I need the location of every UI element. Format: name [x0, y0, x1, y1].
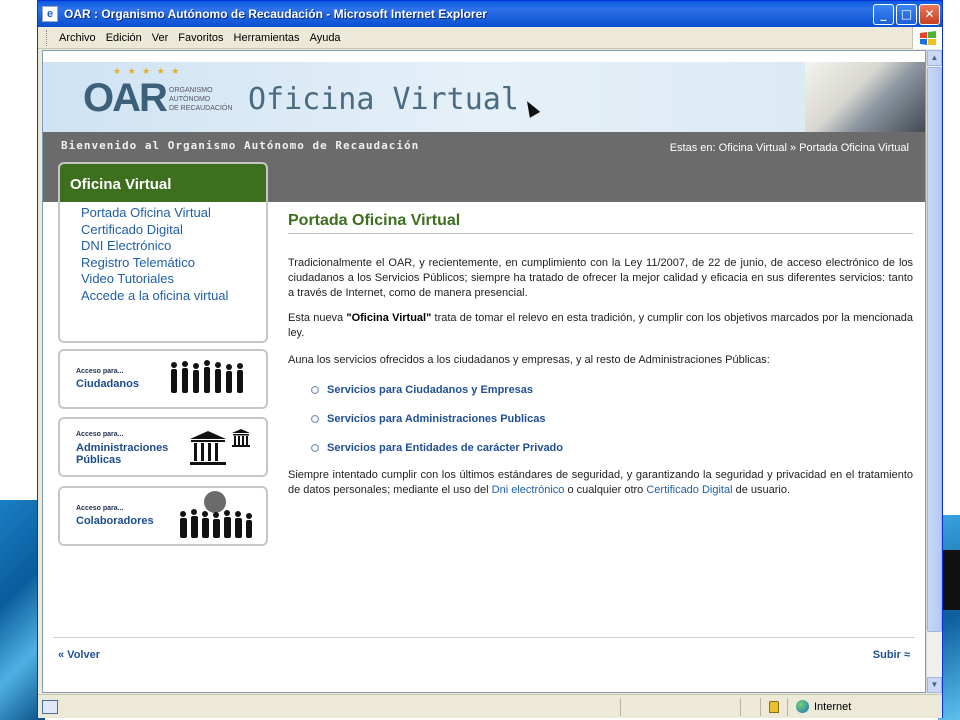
menu-archivo[interactable]: Archivo: [59, 32, 96, 44]
zone-cell: Internet: [787, 697, 942, 716]
sidebar-link-accede[interactable]: Accede a la oficina virtual: [81, 288, 266, 305]
scroll-up-arrow-icon[interactable]: ▲: [927, 50, 942, 66]
scroll-thumb[interactable]: [927, 67, 942, 632]
sidebar-links: Portada Oficina Virtual Certificado Digi…: [60, 202, 266, 304]
bullet-icon: [311, 385, 319, 394]
services-intro: Auna los servicios ofrecidos a los ciuda…: [288, 354, 770, 366]
access-ciudadanos-button[interactable]: Acceso para... Ciudadanos: [58, 349, 268, 409]
breadcrumb: Estas en: Oficina Virtual » Portada Ofic…: [669, 142, 909, 154]
internet-zone-label: Internet: [814, 700, 852, 713]
menu-ver[interactable]: Ver: [152, 32, 169, 44]
windows-flag-icon: [912, 27, 942, 49]
sidebar-link-video[interactable]: Video Tutoriales: [81, 271, 266, 288]
sidebar-link-dni[interactable]: DNI Electrónico: [81, 238, 266, 255]
access-colaboradores-button[interactable]: Acceso para... Colaboradores: [58, 486, 268, 546]
access-administraciones-button[interactable]: Acceso para... Administraciones Públicas: [58, 417, 268, 477]
menu-edicion[interactable]: Edición: [106, 32, 142, 44]
site-title: Oficina Virtual: [248, 82, 519, 117]
title-bar: e OAR : Organismo Autónomo de Recaudació…: [38, 1, 942, 27]
page-status-icon: [42, 699, 58, 714]
security-paragraph: Siempre intentado cumplir con los último…: [288, 469, 913, 496]
vertical-scrollbar[interactable]: ▲ ▼: [926, 50, 942, 693]
welcome-text: Bienvenido al Organismo Autónomo de Reca…: [61, 139, 420, 152]
site-header: ★ ★ ★ ★ ★ OAR ORGANISMO AUTÓNOMO DE RECA…: [43, 62, 925, 132]
people-group-icon: [168, 359, 248, 401]
dni-electronico-link[interactable]: Dni electrónico: [492, 484, 565, 496]
toolbar-grip[interactable]: [46, 29, 49, 46]
mouse-cursor-icon: [521, 98, 541, 118]
service-link-administraciones[interactable]: Servicios para Administraciones Publicas: [311, 404, 913, 433]
bullet-icon: [311, 443, 319, 452]
footer-divider: [53, 637, 915, 638]
sidebar-link-registro[interactable]: Registro Telemático: [81, 255, 266, 272]
menu-favoritos[interactable]: Favoritos: [178, 32, 223, 44]
status-cell: [740, 697, 760, 716]
security-zone-cell: [760, 697, 787, 716]
globe-icon: [796, 700, 809, 713]
oar-logo[interactable]: OAR: [83, 76, 168, 121]
menu-ayuda[interactable]: Ayuda: [310, 32, 341, 44]
intro-paragraph: Tradicionalmente el OAR, y recientemente…: [288, 257, 913, 299]
scroll-down-arrow-icon[interactable]: ▼: [927, 677, 942, 693]
certificado-digital-link[interactable]: Certificado Digital: [646, 484, 732, 496]
service-link-ciudadanos[interactable]: Servicios para Ciudadanos y Empresas: [311, 375, 913, 404]
sidebar-link-certificado[interactable]: Certificado Digital: [81, 222, 266, 239]
main-content: Portada Oficina Virtual Tradicionalmente…: [288, 202, 913, 498]
sidebar-heading: Oficina Virtual: [60, 164, 266, 202]
browser-window: e OAR : Organismo Autónomo de Recaudació…: [37, 0, 943, 718]
bullet-icon: [311, 414, 319, 423]
ie-page-icon: e: [42, 6, 58, 22]
status-cell: [620, 697, 740, 716]
page-viewport: ★ ★ ★ ★ ★ OAR ORGANISMO AUTÓNOMO DE RECA…: [42, 50, 926, 693]
lock-icon: [769, 700, 779, 713]
back-link[interactable]: « Volver: [58, 649, 100, 661]
scroll-top-link[interactable]: Subir ≈: [873, 649, 910, 661]
service-link-entidades[interactable]: Servicios para Entidades de carácter Pri…: [311, 433, 913, 462]
organization-name: ORGANISMO AUTÓNOMO DE RECAUDACIÓN: [169, 87, 233, 112]
minimize-button[interactable]: _: [873, 3, 894, 25]
sidebar-menu: Oficina Virtual Portada Oficina Virtual …: [58, 162, 268, 343]
menu-herramientas[interactable]: Herramientas: [234, 32, 300, 44]
government-building-icon: [188, 427, 252, 473]
window-title: OAR : Organismo Autónomo de Recaudación …: [64, 7, 487, 21]
services-list: Servicios para Ciudadanos y Empresas Ser…: [311, 375, 913, 462]
close-button[interactable]: ✕: [919, 3, 940, 25]
menu-bar: Archivo Edición Ver Favoritos Herramient…: [38, 27, 942, 49]
maximize-button[interactable]: □: [896, 3, 917, 25]
status-bar: Internet: [38, 694, 942, 718]
page-title: Portada Oficina Virtual: [288, 202, 913, 234]
header-photo: [805, 62, 925, 132]
oficina-paragraph: Esta nueva "Oficina Virtual" trata de to…: [288, 312, 914, 339]
sidebar-link-portada[interactable]: Portada Oficina Virtual: [81, 205, 266, 222]
business-team-globe-icon: [175, 490, 255, 548]
